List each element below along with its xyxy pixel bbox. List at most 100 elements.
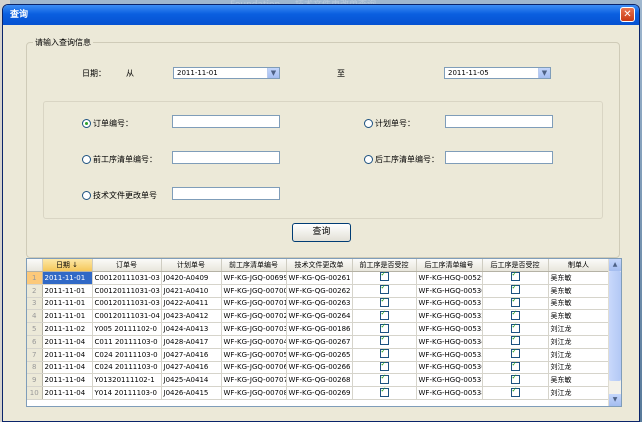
- cell-plan-no[interactable]: J0420-A0409: [161, 271, 222, 285]
- cell-plan-no[interactable]: J0421-A0410: [161, 284, 222, 298]
- checkbox-checked-icon[interactable]: [379, 284, 389, 295]
- cell-pre-list-no[interactable]: WF-KG-JGQ-00703: [221, 322, 287, 336]
- cell-pre-controlled[interactable]: [352, 361, 417, 375]
- cell-pre-controlled[interactable]: [352, 348, 417, 362]
- grid-vertical-scrollbar[interactable]: ▲ ▼: [608, 259, 621, 406]
- cell-order-no[interactable]: Y005 20111102-0: [92, 322, 162, 336]
- row-header[interactable]: 2: [27, 284, 43, 298]
- cell-pre-list-no[interactable]: WF-KG-JGQ-00705: [221, 348, 287, 362]
- cell-pre-controlled[interactable]: [352, 373, 417, 388]
- cell-post-controlled[interactable]: [482, 309, 549, 324]
- column-header-post-controlled[interactable]: 后工序是否受控: [482, 259, 549, 272]
- cell-date[interactable]: 2011-11-01: [42, 297, 93, 311]
- date-to-picker[interactable]: 2011-11-05 ▼: [444, 67, 551, 79]
- cell-plan-no[interactable]: J0424-A0413: [161, 322, 222, 336]
- cell-tech-change[interactable]: WF-KG-QG-00267: [286, 335, 353, 349]
- checkbox-checked-icon[interactable]: [379, 297, 389, 307]
- date-from-dropdown-arrow-icon[interactable]: ▼: [267, 68, 279, 78]
- cell-date[interactable]: 2011-11-01: [42, 271, 93, 285]
- checkbox-checked-icon[interactable]: [510, 284, 520, 295]
- cell-date[interactable]: 2011-11-04: [42, 373, 93, 388]
- row-header[interactable]: 5: [27, 322, 43, 336]
- cell-plan-no[interactable]: J0427-A0416: [161, 348, 222, 362]
- date-to-dropdown-arrow-icon[interactable]: ▼: [538, 68, 550, 78]
- cell-post-list-no[interactable]: WF-KG-HGQ-00529: [416, 271, 483, 285]
- checkbox-checked-icon[interactable]: [510, 310, 520, 320]
- cell-tech-change[interactable]: WF-KG-QG-00265: [286, 348, 353, 362]
- cell-plan-no[interactable]: J0423-A0412: [161, 309, 222, 324]
- tech-change-no-radio[interactable]: [82, 191, 91, 200]
- cell-date[interactable]: 2011-11-04: [42, 386, 93, 400]
- plan-no-radio[interactable]: [364, 119, 373, 128]
- column-header-pre-list-no[interactable]: 前工序清单编号: [221, 259, 287, 272]
- query-button[interactable]: 查询: [292, 223, 351, 242]
- table-row[interactable]: 8 2011-11-04 C024 20111103-0 J0427-A0416 WF-…: [27, 361, 610, 375]
- cell-post-list-no[interactable]: WF-KG-HGQ-00534: [416, 335, 483, 349]
- cell-maker[interactable]: 吴东敏: [548, 309, 610, 324]
- cell-order-no[interactable]: Y014 20111103-0: [92, 386, 162, 400]
- cell-post-controlled[interactable]: [482, 271, 549, 285]
- cell-tech-change[interactable]: WF-KG-QG-00266: [286, 361, 353, 375]
- checkbox-checked-icon[interactable]: [379, 348, 389, 359]
- checkbox-checked-icon[interactable]: [510, 348, 520, 359]
- cell-post-controlled[interactable]: [482, 297, 549, 311]
- cell-date[interactable]: 2011-11-01: [42, 284, 93, 298]
- cell-tech-change[interactable]: WF-KG-QG-00186: [286, 322, 353, 336]
- cell-plan-no[interactable]: J0428-A0417: [161, 335, 222, 349]
- table-row[interactable]: 4 2011-11-01 C00120111031-04 J0423-A0412 WF-…: [27, 309, 610, 324]
- date-from-picker[interactable]: 2011-11-01 ▼: [173, 67, 280, 79]
- cell-date[interactable]: 2011-11-01: [42, 309, 93, 324]
- cell-pre-controlled[interactable]: [352, 335, 417, 349]
- cell-maker[interactable]: 刘江龙: [548, 348, 610, 362]
- cell-maker[interactable]: 吴东敏: [548, 284, 610, 298]
- checkbox-checked-icon[interactable]: [510, 323, 520, 333]
- column-header-order-no[interactable]: 订单号: [92, 259, 162, 272]
- cell-order-no[interactable]: C00120111031-03: [92, 271, 162, 285]
- cell-maker[interactable]: 刘江龙: [548, 361, 610, 375]
- row-header[interactable]: 1: [27, 271, 43, 285]
- cell-post-controlled[interactable]: [482, 361, 549, 375]
- results-grid[interactable]: 日期 ↓ 订单号 计划单号 前工序清单编号 技术文件更改单 前工序是否受控 后工…: [26, 258, 622, 407]
- order-no-radio[interactable]: [82, 119, 91, 128]
- cell-post-controlled[interactable]: [482, 373, 549, 388]
- cell-post-list-no[interactable]: WF-KG-HGQ-00538: [416, 386, 483, 400]
- cell-pre-controlled[interactable]: [352, 322, 417, 336]
- table-row[interactable]: 3 2011-11-01 C00120111031-03 J0422-A0411 WF-…: [27, 297, 610, 311]
- cell-pre-controlled[interactable]: [352, 271, 417, 285]
- post-process-list-radio[interactable]: [364, 155, 373, 164]
- cell-maker[interactable]: 吴东敏: [548, 373, 610, 388]
- checkbox-checked-icon[interactable]: [379, 335, 389, 346]
- dialog-titlebar[interactable]: 查询 ✕: [3, 5, 639, 25]
- cell-post-controlled[interactable]: [482, 335, 549, 349]
- cell-tech-change[interactable]: WF-KG-QG-00264: [286, 309, 353, 324]
- column-header-plan-no[interactable]: 计划单号: [161, 259, 222, 272]
- corner-cell[interactable]: [27, 259, 43, 272]
- column-header-maker[interactable]: 制单人: [548, 259, 610, 272]
- cell-post-list-no[interactable]: WF-KG-HGQ-00536: [416, 361, 483, 375]
- cell-maker[interactable]: 吴东敏: [548, 297, 610, 311]
- table-row[interactable]: 10 2011-11-04 Y014 20111103-0 J0426-A0415 WF…: [27, 386, 610, 400]
- scroll-thumb[interactable]: [609, 271, 621, 381]
- cell-post-controlled[interactable]: [482, 386, 549, 400]
- checkbox-checked-icon[interactable]: [379, 361, 389, 371]
- scroll-down-icon[interactable]: ▼: [609, 394, 621, 406]
- cell-post-list-no[interactable]: WF-KG-HGQ-00535: [416, 348, 483, 362]
- column-header-pre-controlled[interactable]: 前工序是否受控: [352, 259, 417, 272]
- cell-tech-change[interactable]: WF-KG-QG-00269: [286, 386, 353, 400]
- cell-post-controlled[interactable]: [482, 348, 549, 362]
- checkbox-checked-icon[interactable]: [510, 272, 520, 282]
- cell-pre-controlled[interactable]: [352, 309, 417, 324]
- checkbox-checked-icon[interactable]: [379, 374, 389, 384]
- checkbox-checked-icon[interactable]: [510, 297, 520, 307]
- checkbox-checked-icon[interactable]: [510, 374, 520, 384]
- pre-process-list-input[interactable]: [172, 151, 280, 164]
- cell-plan-no[interactable]: J0422-A0411: [161, 297, 222, 311]
- cell-pre-list-no[interactable]: WF-KG-JGQ-00707: [221, 373, 287, 388]
- cell-order-no[interactable]: C00120111031-03: [92, 284, 162, 298]
- cell-date[interactable]: 2011-11-04: [42, 348, 93, 362]
- cell-order-no[interactable]: C024 20111103-0: [92, 361, 162, 375]
- row-header[interactable]: 3: [27, 297, 43, 311]
- table-row[interactable]: 7 2011-11-04 C024 20111103-0 J0427-A0416 WF-…: [27, 348, 610, 362]
- column-header-post-list-no[interactable]: 后工序清单编号: [416, 259, 483, 272]
- row-header[interactable]: 8: [27, 361, 43, 375]
